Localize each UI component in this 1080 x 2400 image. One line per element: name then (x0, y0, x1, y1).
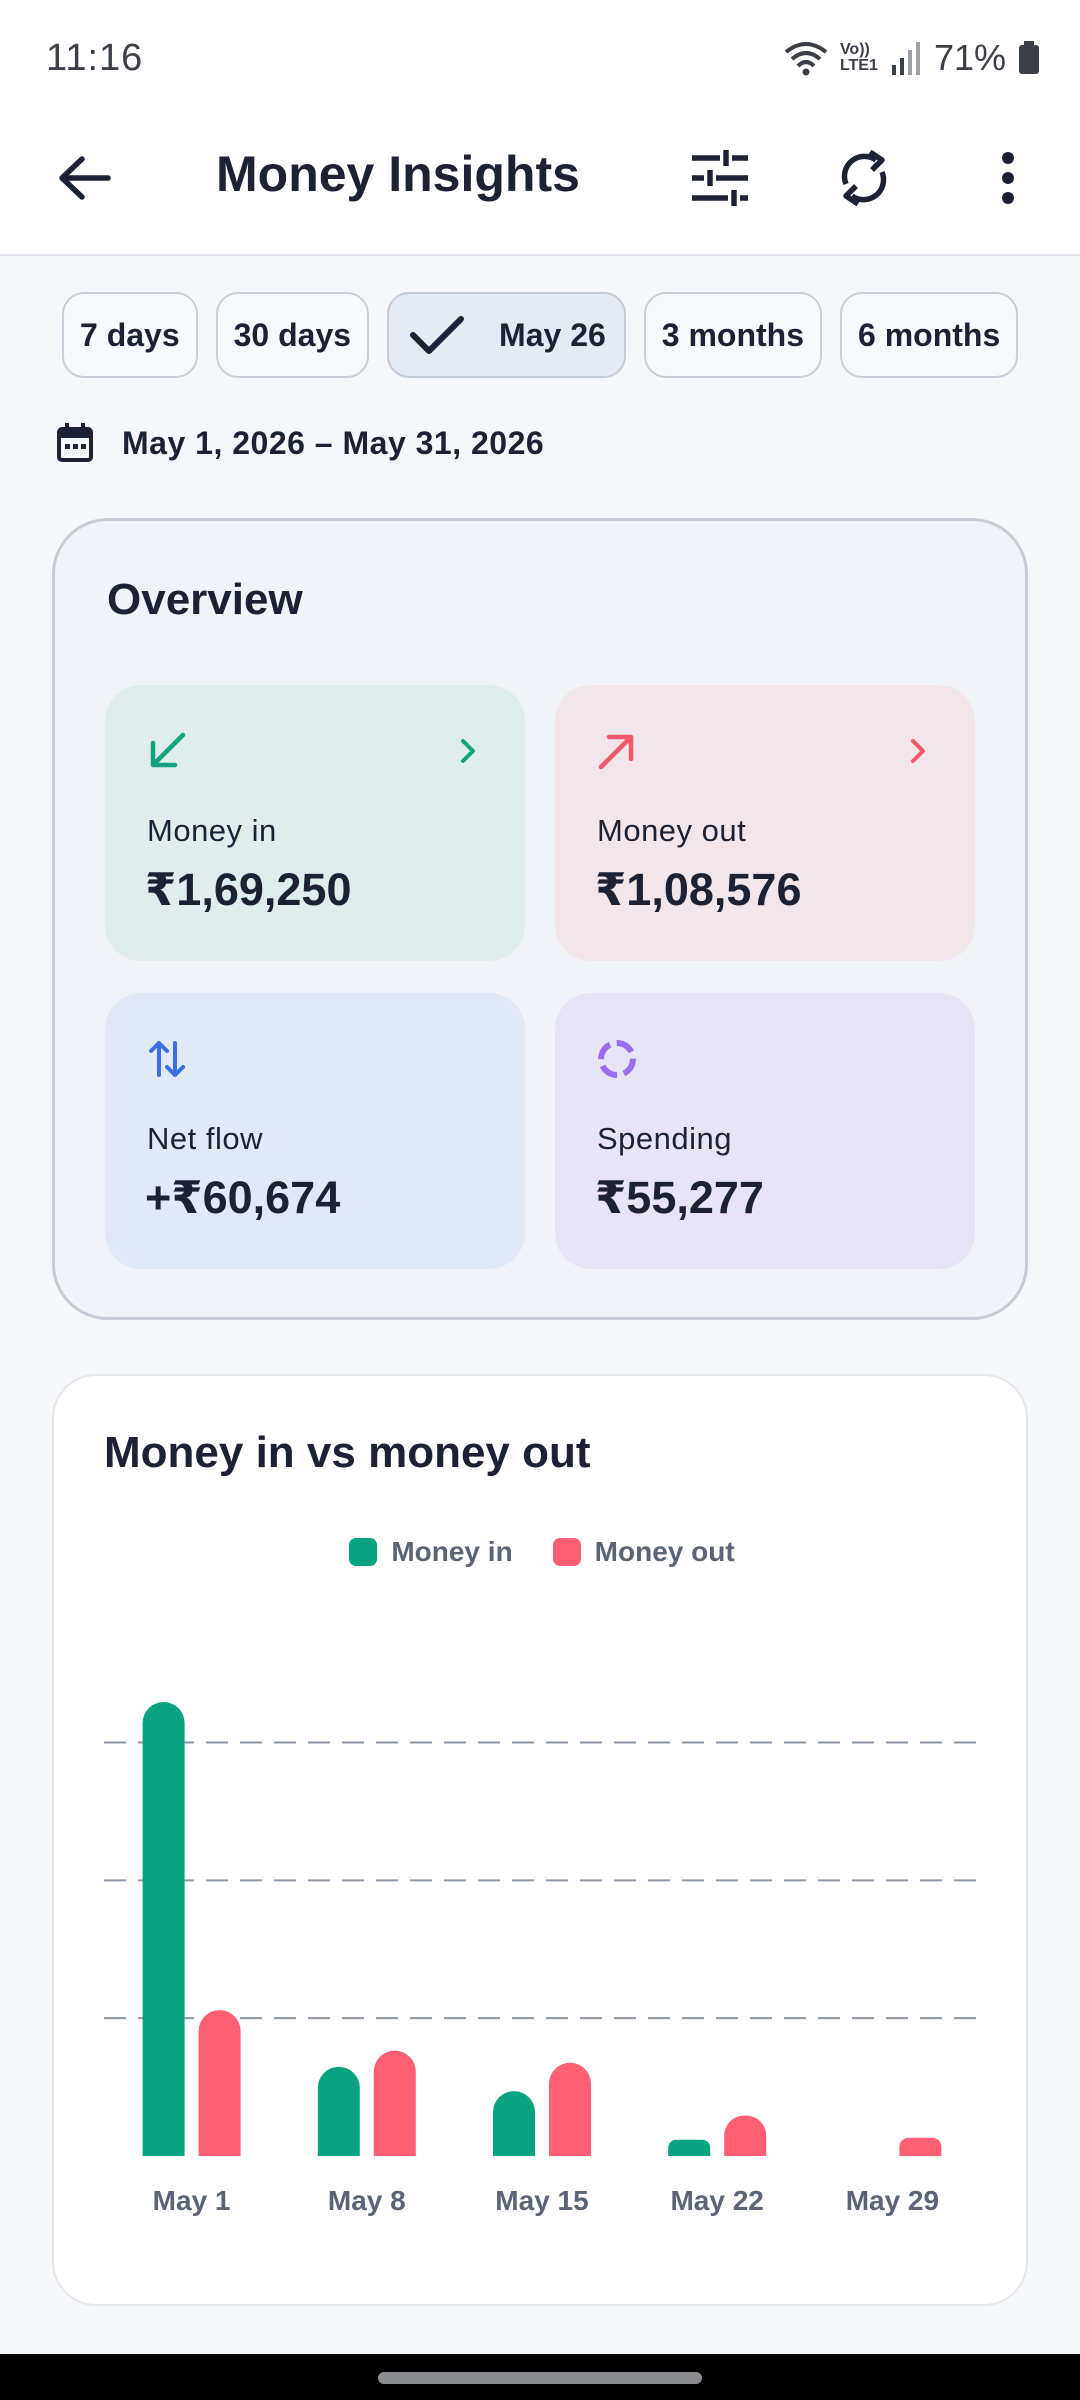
chevron-right-icon (461, 739, 475, 763)
money-in-vs-out-card: Money in vs money out Money in Money out… (52, 1374, 1028, 2306)
money-out-tile[interactable]: Money out ₹1,08,576 (555, 685, 975, 961)
chip-label: 30 days (233, 316, 352, 353)
money-in-value: ₹1,69,250 (145, 864, 352, 915)
bar-chart: May 1 May 8 May 15 May 22 May 29 (104, 1702, 980, 2216)
page-title: Money Insights (216, 146, 580, 202)
chip-label: 7 days (80, 316, 180, 353)
date-range-label: May 1, 2026 – May 31, 2026 (122, 424, 545, 461)
filter-sliders-icon (692, 150, 748, 206)
money-in-label: Money in (147, 813, 277, 848)
donut-chart-icon (598, 1040, 636, 1078)
arrow-down-left-icon (150, 732, 186, 768)
network-label: Vo)) LTE1 (839, 41, 878, 74)
swap-vertical-icon (149, 1041, 185, 1077)
arrow-up-right-icon (598, 734, 634, 770)
overview-title: Overview (107, 575, 303, 624)
bar-money-in-may-8[interactable] (317, 2066, 360, 2156)
bar-money-out-may-22[interactable] (724, 2115, 767, 2156)
bar-money-in-may-15[interactable] (493, 2091, 535, 2156)
bar-money-in-may-22[interactable] (668, 2139, 711, 2156)
battery-icon (1019, 41, 1039, 74)
chip-7-days[interactable]: 7 days (62, 292, 198, 378)
money-out-label: Money out (597, 813, 747, 848)
net-flow-label: Net flow (147, 1121, 263, 1156)
more-button[interactable] (960, 130, 1056, 226)
chip-label: May 26 (499, 316, 606, 353)
period-chip-row: 7 days 30 days May 26 3 months 6 months (62, 292, 1032, 382)
sync-button[interactable] (816, 130, 912, 226)
chip-label: 6 months (858, 316, 1001, 353)
chip-6-months[interactable]: 6 months (840, 292, 1019, 378)
x-tick-label: May 1 (153, 2185, 231, 2216)
back-arrow-icon (59, 156, 111, 200)
home-gesture-pill[interactable] (378, 2372, 702, 2384)
chip-3-months[interactable]: 3 months (643, 292, 823, 378)
back-button[interactable] (36, 130, 132, 226)
sync-icon (841, 149, 887, 207)
bar-money-out-may-1[interactable] (198, 2010, 241, 2156)
filter-button[interactable] (672, 130, 768, 226)
status-bar: 11:16 Vo)) LTE1 71% (0, 0, 1080, 116)
net-flow-tile: Net flow +₹60,674 (105, 993, 525, 1269)
date-range: May 1, 2026 – May 31, 2026 (56, 418, 544, 468)
chevron-right-icon (911, 739, 925, 763)
chip-may-26[interactable]: May 26 (387, 292, 626, 378)
status-time: 11:16 (46, 36, 144, 79)
bar-money-out-may-8[interactable] (373, 2050, 416, 2156)
spending-label: Spending (597, 1121, 733, 1156)
chip-label: 3 months (661, 316, 805, 353)
more-vert-icon (1002, 152, 1014, 204)
x-tick-label: May 29 (846, 2185, 939, 2216)
x-tick-label: May 15 (495, 2185, 588, 2216)
battery-percent: 71% (933, 37, 1006, 78)
bar-money-out-may-15[interactable] (549, 2062, 591, 2156)
spending-value: ₹55,277 (595, 1172, 764, 1223)
x-tick-label: May 22 (670, 2185, 763, 2216)
money-in-tile[interactable]: Money in ₹1,69,250 (105, 685, 525, 961)
money-out-value: ₹1,08,576 (595, 864, 802, 915)
x-tick-label: May 8 (328, 2185, 406, 2216)
app-bar: Money Insights (0, 116, 1080, 256)
overview-card: Overview Money in ₹1,69,250 Money out ₹1… (52, 518, 1028, 1320)
bar-money-in-may-1[interactable] (142, 1702, 185, 2156)
check-icon (410, 316, 465, 354)
calendar-icon (57, 423, 93, 462)
chip-30-days[interactable]: 30 days (215, 292, 370, 378)
status-icons: Vo)) LTE1 71% (784, 37, 1040, 79)
spending-tile: Spending ₹55,277 (555, 993, 975, 1269)
net-flow-value: +₹60,674 (145, 1172, 341, 1223)
bar-money-out-may-29[interactable] (899, 2137, 942, 2156)
signal-icon (891, 42, 920, 75)
wifi-icon (784, 42, 828, 76)
